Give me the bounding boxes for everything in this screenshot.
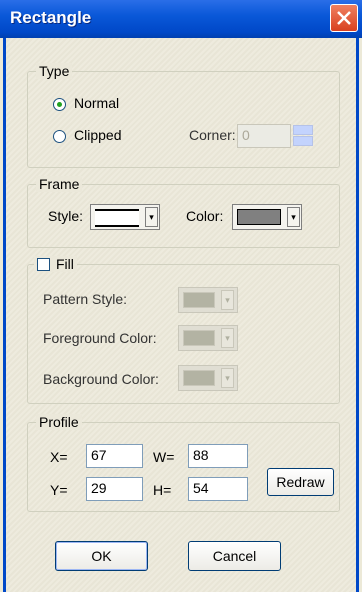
chevron-down-icon[interactable]: ▾ bbox=[221, 290, 234, 310]
chevron-down-icon[interactable]: ▾ bbox=[287, 207, 300, 227]
x-input[interactable]: 67 bbox=[86, 444, 143, 468]
cancel-button[interactable]: Cancel bbox=[188, 541, 281, 571]
corner-spinner[interactable] bbox=[293, 124, 313, 148]
frame-legend: Frame bbox=[36, 176, 83, 192]
frame-group: Frame Style: ▾ Color: ▾ bbox=[27, 176, 340, 248]
style-picker[interactable]: ▾ bbox=[90, 204, 160, 230]
redraw-button[interactable]: Redraw bbox=[267, 468, 334, 496]
fill-checkbox[interactable] bbox=[37, 258, 50, 271]
background-color-label: Background Color: bbox=[43, 371, 159, 387]
foreground-color-picker[interactable]: ▾ bbox=[178, 325, 238, 351]
y-label: Y= bbox=[50, 482, 68, 498]
normal-radio[interactable] bbox=[53, 98, 66, 111]
pattern-style-label: Pattern Style: bbox=[43, 291, 128, 307]
normal-label: Normal bbox=[74, 95, 120, 111]
pattern-swatch bbox=[183, 292, 215, 308]
x-label: X= bbox=[50, 449, 68, 465]
fill-group: Fill Pattern Style: ▾ Foreground Color: … bbox=[27, 256, 340, 404]
foreground-color-label: Foreground Color: bbox=[43, 330, 157, 346]
corner-input[interactable]: 0 bbox=[237, 124, 291, 148]
title-bar[interactable]: Rectangle bbox=[0, 0, 362, 38]
close-button[interactable] bbox=[330, 4, 358, 32]
rectangle-dialog: Rectangle Type Normal Clipped Corner: 0 … bbox=[0, 0, 362, 592]
h-input[interactable]: 54 bbox=[188, 477, 248, 501]
chevron-down-icon[interactable]: ▾ bbox=[221, 368, 234, 388]
clipped-label: Clipped bbox=[74, 127, 122, 143]
spin-up-icon[interactable] bbox=[293, 125, 313, 135]
fill-legend: Fill bbox=[34, 256, 77, 272]
frame-color-picker[interactable]: ▾ bbox=[232, 204, 302, 230]
clipped-radio[interactable] bbox=[53, 130, 66, 143]
profile-group: Profile X= 67 W= 88 Y= 29 H= 54 Redraw bbox=[27, 414, 340, 512]
close-icon bbox=[337, 11, 351, 25]
line-style-swatch bbox=[95, 209, 139, 227]
window-title: Rectangle bbox=[10, 8, 92, 27]
type-group: Type Normal Clipped Corner: 0 bbox=[27, 63, 340, 168]
dialog-body: Type Normal Clipped Corner: 0 Frame Styl… bbox=[3, 38, 359, 592]
chevron-down-icon[interactable]: ▾ bbox=[221, 328, 234, 348]
y-input[interactable]: 29 bbox=[86, 477, 143, 501]
color-label: Color: bbox=[186, 208, 224, 224]
spin-down-icon[interactable] bbox=[293, 136, 313, 146]
profile-legend: Profile bbox=[36, 414, 82, 430]
corner-label: Corner: bbox=[189, 127, 236, 143]
fill-label: Fill bbox=[56, 256, 74, 272]
background-swatch bbox=[183, 370, 215, 386]
pattern-style-picker[interactable]: ▾ bbox=[178, 287, 238, 313]
background-color-picker[interactable]: ▾ bbox=[178, 365, 238, 391]
chevron-down-icon[interactable]: ▾ bbox=[145, 207, 158, 227]
style-label: Style: bbox=[48, 208, 84, 224]
h-label: H= bbox=[153, 482, 172, 498]
foreground-swatch bbox=[183, 330, 215, 346]
frame-color-swatch bbox=[237, 209, 281, 225]
w-input[interactable]: 88 bbox=[188, 444, 248, 468]
ok-button[interactable]: OK bbox=[55, 541, 148, 571]
type-legend: Type bbox=[36, 63, 73, 79]
w-label: W= bbox=[153, 449, 175, 465]
